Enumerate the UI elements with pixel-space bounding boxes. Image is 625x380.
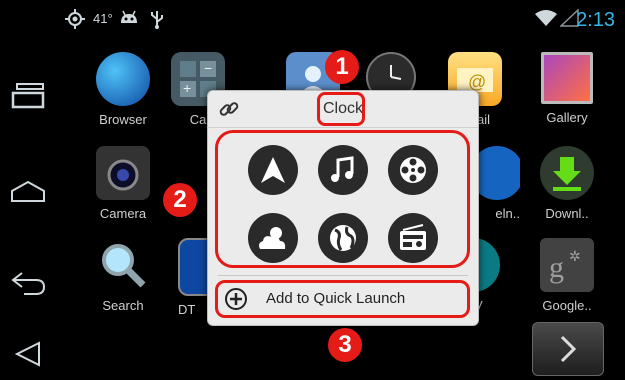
android-icon <box>118 9 140 31</box>
menu-button[interactable] <box>10 336 46 372</box>
chevron-right-icon <box>560 335 577 363</box>
highlight-apps-box <box>215 130 470 268</box>
google-settings-icon: g ✲ <box>540 238 594 292</box>
annotation-badge-1: 1 <box>325 50 359 84</box>
app-label: Google.. <box>542 298 592 313</box>
usb-icon <box>150 9 164 33</box>
app-label: Downl.. <box>545 206 589 221</box>
next-page-button[interactable] <box>532 322 604 376</box>
camera-icon <box>96 146 150 200</box>
svg-text:g: g <box>549 251 564 284</box>
highlight-add-box <box>215 280 470 318</box>
svg-text:@: @ <box>468 72 486 92</box>
app-browser[interactable]: Browser <box>78 52 168 127</box>
back-icon <box>11 272 46 295</box>
clock-time: 2:13 <box>576 9 615 31</box>
tv-icon <box>178 238 208 296</box>
navigation-bar <box>0 38 70 380</box>
status-bar: 41° 2:13 <box>0 0 625 38</box>
app-gallery[interactable]: Gallery <box>522 52 612 125</box>
svg-text:+: + <box>183 80 191 96</box>
app-dtv[interactable]: DT <box>178 238 208 317</box>
svg-text:✲: ✲ <box>569 248 581 264</box>
app-search[interactable]: Search <box>78 238 168 313</box>
home-icon <box>11 180 45 202</box>
popup-divider <box>218 275 468 276</box>
highlight-title-box <box>317 92 365 126</box>
menu-icon <box>14 341 40 367</box>
app-google-settings[interactable]: g ✲ Google.. <box>522 238 612 313</box>
app-label: Gallery <box>546 110 588 125</box>
wifi-icon <box>535 9 557 31</box>
annotation-badge-3: 3 <box>328 328 362 362</box>
gps-icon <box>65 9 85 33</box>
temperature-text: 41° <box>93 11 113 26</box>
home-button[interactable] <box>10 173 46 209</box>
app-label: Search <box>102 298 144 313</box>
app-camera[interactable]: Camera <box>78 146 168 221</box>
app-label: DT <box>178 302 196 317</box>
back-button[interactable] <box>10 266 46 302</box>
recent-apps-icon <box>11 83 45 109</box>
app-label: Browser <box>99 112 147 127</box>
search-icon <box>96 238 150 292</box>
app-downloads[interactable]: Downl.. <box>522 146 612 221</box>
globe-icon <box>96 52 150 106</box>
gallery-icon <box>541 52 593 104</box>
recent-apps-button[interactable] <box>10 78 46 114</box>
svg-text:−: − <box>204 60 212 76</box>
app-label: Camera <box>99 206 147 221</box>
annotation-badge-2: 2 <box>163 183 197 217</box>
download-icon <box>540 146 594 200</box>
